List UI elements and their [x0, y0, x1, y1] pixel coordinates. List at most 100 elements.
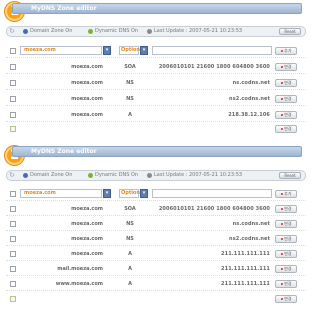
record-value: 211.111.111.111: [221, 266, 270, 272]
record-value: 211.111.111.111: [221, 251, 270, 257]
edit-icon: ▪: [280, 126, 284, 131]
record-host: moeza.com: [71, 64, 103, 70]
record-type: SOA: [124, 64, 136, 70]
record-type: A: [128, 281, 132, 287]
status-bar: ↻ Domain Zone On Dynamic DNS On Last Upd…: [6, 26, 306, 37]
refresh-icon[interactable]: ↻: [9, 172, 15, 179]
record-row: moeza.com A 211.111.111.111 ▪변경: [6, 247, 306, 261]
host-dropdown-icon[interactable]: ▾: [103, 189, 111, 198]
reset-button[interactable]: Reset: [279, 172, 301, 179]
row-checkbox[interactable]: [10, 64, 16, 70]
dns-status-label: Dynamic DNS On: [95, 28, 139, 34]
edit-icon: ▪: [280, 112, 284, 117]
row-checkbox[interactable]: [10, 96, 16, 102]
zone-status-icon: [23, 173, 28, 178]
edit-button[interactable]: ▪변경: [275, 265, 297, 273]
zone-status-icon: [23, 29, 28, 34]
record-value: 218.38.12.106: [228, 112, 270, 118]
record-type: A: [128, 112, 132, 118]
record-type: NS: [126, 221, 134, 227]
record-row: www.moeza.com A 211.111.111.111 ▪변경: [6, 277, 306, 291]
select-all-checkbox[interactable]: [10, 296, 16, 302]
record-type: SOA: [124, 206, 136, 212]
edit-button[interactable]: ▪변경: [275, 205, 297, 213]
zone-status-label: Domain Zone On: [30, 172, 73, 178]
row-checkbox[interactable]: [10, 236, 16, 242]
record-host: mail.moeza.com: [57, 266, 103, 272]
value-input[interactable]: [152, 189, 272, 198]
edit-button[interactable]: ▪변경: [275, 220, 297, 228]
select-all-checkbox[interactable]: [10, 126, 16, 132]
record-value: ns2.codns.net: [229, 96, 270, 102]
type-select[interactable]: Option: [119, 46, 140, 55]
edit-button[interactable]: ▪변경: [275, 79, 297, 87]
row-checkbox[interactable]: [10, 48, 16, 54]
record-host: moeza.com: [71, 251, 103, 257]
zone-status-label: Domain Zone On: [30, 28, 73, 34]
row-checkbox[interactable]: [10, 112, 16, 118]
record-host: moeza.com: [71, 80, 103, 86]
edit-icon: ▪: [280, 80, 284, 85]
record-host: moeza.com: [71, 96, 103, 102]
edit-icon: ▪: [280, 236, 284, 241]
edit-button[interactable]: ▪변경: [275, 63, 297, 71]
edit-icon: ▪: [280, 296, 284, 301]
edit-button[interactable]: ▪변경: [275, 250, 297, 258]
bulk-edit-button[interactable]: ▪변경: [275, 125, 297, 133]
record-row: mail.moeza.com A 211.111.111.111 ▪변경: [6, 262, 306, 276]
panel-title: MyDNS Zone editor: [12, 3, 302, 14]
type-dropdown-icon[interactable]: ▾: [140, 189, 148, 198]
dns-status-icon: [88, 173, 93, 178]
add-icon: ▪: [280, 191, 284, 196]
host-dropdown-icon[interactable]: ▾: [103, 46, 111, 55]
host-input[interactable]: moeza.com: [20, 189, 102, 198]
host-input[interactable]: moeza.com: [20, 46, 102, 55]
record-type: NS: [126, 80, 134, 86]
edit-icon: ▪: [280, 251, 284, 256]
record-value: 211.111.111.111: [221, 281, 270, 287]
record-host: moeza.com: [71, 236, 103, 242]
edit-button[interactable]: ▪변경: [275, 235, 297, 243]
record-row: moeza.com SOA 2006010101 21600 1800 6048…: [6, 60, 306, 74]
row-checkbox[interactable]: [10, 206, 16, 212]
footer-row: ▪변경: [6, 122, 306, 136]
record-type: A: [128, 251, 132, 257]
edit-icon: ▪: [280, 266, 284, 271]
add-icon: ▪: [280, 48, 284, 53]
panel-title: MyDNS Zone editor: [12, 146, 302, 157]
record-host: moeza.com: [71, 206, 103, 212]
dns-status-label: Dynamic DNS On: [95, 172, 139, 178]
edit-button[interactable]: ▪변경: [275, 280, 297, 288]
edit-icon: ▪: [280, 96, 284, 101]
row-checkbox[interactable]: [10, 251, 16, 257]
edit-icon: ▪: [280, 206, 284, 211]
edit-button[interactable]: ▪변경: [275, 111, 297, 119]
add-button[interactable]: ▪추가: [275, 190, 297, 198]
edit-icon: ▪: [280, 281, 284, 286]
record-value: ns.codns.net: [232, 221, 270, 227]
record-row: moeza.com NS ns.codns.net ▪변경: [6, 217, 306, 231]
bulk-edit-button[interactable]: ▪변경: [275, 295, 297, 303]
row-checkbox[interactable]: [10, 281, 16, 287]
record-value: ns.codns.net: [232, 80, 270, 86]
row-checkbox[interactable]: [10, 266, 16, 272]
edit-icon: ▪: [280, 221, 284, 226]
new-record-row: moeza.com ▾ Option ▾ ▪추가: [6, 44, 306, 58]
type-select[interactable]: Option: [119, 189, 140, 198]
edit-button[interactable]: ▪변경: [275, 95, 297, 103]
record-host: moeza.com: [71, 112, 103, 118]
value-input[interactable]: [152, 46, 272, 55]
row-checkbox[interactable]: [10, 80, 16, 86]
record-type: A: [128, 266, 132, 272]
record-type: NS: [126, 236, 134, 242]
record-row: moeza.com NS ns2.codns.net ▪변경: [6, 92, 306, 106]
refresh-icon[interactable]: ↻: [9, 28, 15, 35]
row-checkbox[interactable]: [10, 191, 16, 197]
last-update-label: Last Update : 2007-05-21 10:23:53: [154, 172, 243, 178]
record-row: moeza.com A 218.38.12.106 ▪변경: [6, 108, 306, 122]
type-dropdown-icon[interactable]: ▾: [140, 46, 148, 55]
add-button[interactable]: ▪추가: [275, 47, 297, 55]
reset-button[interactable]: Reset: [279, 28, 301, 35]
row-checkbox[interactable]: [10, 221, 16, 227]
record-value: 2006010101 21600 1800 604800 3600: [158, 64, 270, 70]
